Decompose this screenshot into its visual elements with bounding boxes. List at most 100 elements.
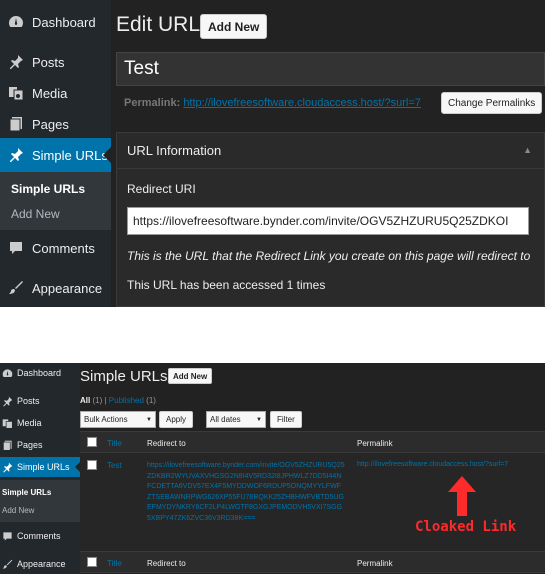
sidebar-item-label: Pages	[17, 440, 43, 450]
filter-separator: |	[104, 396, 107, 405]
pin-icon	[8, 54, 24, 70]
permalink-label: Permalink:	[124, 97, 181, 109]
add-new-button[interactable]: Add New	[200, 14, 268, 39]
edit-url-main: Edit URL Add New Test Permalink: http://…	[111, 0, 545, 307]
sidebar-item-posts[interactable]: Posts	[0, 45, 111, 79]
sidebar-item-label: Posts	[32, 54, 65, 70]
select-all-checkbox[interactable]	[87, 557, 97, 567]
sidebar-item-media[interactable]: Media	[0, 413, 80, 433]
sidebar-item-comments[interactable]: Comments	[0, 526, 80, 546]
box-title: URL Information	[127, 143, 222, 158]
table-footer: Title Redirect to Permalink	[80, 551, 545, 573]
sidebar-item-label: Simple URLs	[32, 147, 108, 163]
comment-icon	[2, 531, 13, 542]
redirect-uri-label: Redirect URI	[127, 182, 196, 196]
row-title-link[interactable]: Test	[107, 461, 122, 470]
pin-icon	[2, 462, 13, 473]
filter-all-count: (1)	[92, 396, 103, 405]
pin-icon	[8, 147, 24, 163]
row-permalink-link[interactable]: http://ilovefreesoftware.cloudaccess.hos…	[357, 461, 508, 468]
submenu-item-simple-urls[interactable]: Simple URLs	[11, 182, 85, 196]
cloaked-link-annotation: Cloaked Link	[415, 519, 517, 535]
page-title: Edit URL	[116, 13, 201, 36]
filter-published-count: (1)	[146, 396, 156, 405]
url-information-header[interactable]: URL Information ▲	[117, 133, 544, 169]
sidebar-item-comments[interactable]: Comments	[0, 231, 111, 265]
simple-urls-main: Simple URLs Add New All (1) | Published …	[80, 363, 545, 574]
chevron-down-icon: ▼	[146, 416, 152, 423]
select-all-checkbox[interactable]	[87, 437, 97, 447]
sidebar-item-dashboard[interactable]: Dashboard	[0, 5, 111, 39]
media-icon	[2, 418, 13, 429]
table-header: Title Redirect to Permalink	[80, 431, 545, 453]
sidebar-item-label: Pages	[32, 116, 69, 132]
sidebar-item-label: Dashboard	[32, 14, 96, 30]
admin-sidebar: Dashboard Posts Media Pages Simple URLs …	[0, 0, 111, 307]
dates-value: All dates	[210, 415, 241, 424]
row-checkbox[interactable]	[87, 460, 97, 470]
sidebar-item-label: Comments	[32, 240, 95, 256]
sidebar-item-dashboard[interactable]: Dashboard	[0, 363, 80, 383]
sidebar-item-pages[interactable]: Pages	[0, 435, 80, 455]
sidebar-item-appearance[interactable]: Appearance	[0, 271, 111, 305]
column-title[interactable]: Title	[107, 439, 122, 448]
brush-icon	[8, 280, 24, 296]
bulk-actions-select[interactable]: Bulk Actions ▼	[80, 411, 156, 428]
redirect-uri-description: This is the URL that the Redirect Link y…	[127, 249, 531, 263]
pin-icon	[2, 396, 13, 407]
filter-all[interactable]: All	[80, 396, 90, 405]
media-icon	[8, 85, 24, 101]
admin-sidebar: Dashboard Posts Media Pages Simple URLs …	[0, 363, 80, 574]
sidebar-item-label: Media	[17, 418, 42, 428]
permalink-link[interactable]: http://ilovefreesoftware.cloudaccess.hos…	[183, 97, 435, 109]
chevron-down-icon: ▼	[256, 416, 262, 423]
column-redirect: Redirect to	[147, 559, 186, 568]
sidebar-item-posts[interactable]: Posts	[0, 391, 80, 411]
bulk-actions-value: Bulk Actions	[84, 415, 128, 424]
dashboard-icon	[2, 368, 13, 379]
sidebar-item-label: Appearance	[32, 280, 103, 296]
sidebar-item-label: Simple URLs	[17, 462, 70, 472]
sidebar-item-appearance[interactable]: Appearance	[0, 554, 80, 574]
column-permalink: Permalink	[357, 439, 393, 448]
sidebar-item-label: Posts	[17, 396, 40, 406]
submenu-item-add-new[interactable]: Add New	[2, 506, 34, 515]
dashboard-icon	[8, 14, 24, 30]
brush-icon	[2, 559, 13, 570]
arrow-up-icon	[448, 476, 476, 516]
apply-button[interactable]: Apply	[159, 411, 194, 428]
submenu-item-simple-urls[interactable]: Simple URLs	[2, 488, 51, 497]
sidebar-item-simple-urls[interactable]: Simple URLs	[0, 457, 80, 477]
post-title-input[interactable]: Test	[116, 52, 545, 86]
status-filters: All (1) | Published (1)	[80, 396, 156, 405]
page-title: Simple URLs	[80, 368, 168, 385]
sidebar-submenu: Simple URLs Add New	[0, 172, 111, 230]
column-redirect: Redirect to	[147, 439, 186, 448]
sidebar-item-simple-urls[interactable]: Simple URLs	[0, 138, 111, 172]
change-permalinks-button[interactable]: Change Permalinks	[441, 92, 543, 114]
sidebar-item-label: Comments	[17, 531, 61, 541]
url-information-box: URL Information ▲ Redirect URI https://i…	[116, 132, 545, 307]
sidebar-item-pages[interactable]: Pages	[0, 107, 111, 141]
collapse-arrow-icon[interactable]: ▲	[523, 145, 532, 155]
add-new-button[interactable]: Add New	[168, 368, 213, 384]
filter-published[interactable]: Published	[109, 396, 144, 405]
column-title[interactable]: Title	[107, 559, 122, 568]
dates-select[interactable]: All dates ▼	[206, 411, 266, 428]
permalink-row: Permalink: http://ilovefreesoftware.clou…	[124, 97, 435, 109]
access-count-text: This URL has been accessed 1 times	[127, 278, 326, 292]
sidebar-item-label: Appearance	[17, 559, 66, 569]
row-redirect-link[interactable]: https://ilovefreesoftware.bynder.com/inv…	[147, 461, 345, 524]
edit-url-screen: Dashboard Posts Media Pages Simple URLs …	[0, 0, 545, 307]
redirect-uri-input[interactable]: https://ilovefreesoftware.bynder.com/inv…	[127, 207, 529, 235]
submenu-item-add-new[interactable]: Add New	[11, 207, 60, 221]
sidebar-item-label: Media	[32, 85, 68, 101]
sidebar-item-media[interactable]: Media	[0, 76, 111, 110]
sidebar-submenu: Simple URLs Add New	[0, 480, 80, 522]
pages-icon	[2, 440, 13, 451]
simple-urls-list-screen: Dashboard Posts Media Pages Simple URLs …	[0, 363, 545, 574]
column-permalink: Permalink	[357, 559, 393, 568]
comment-icon	[8, 240, 24, 256]
filter-button[interactable]: Filter	[270, 411, 302, 428]
sidebar-item-label: Dashboard	[17, 368, 62, 378]
